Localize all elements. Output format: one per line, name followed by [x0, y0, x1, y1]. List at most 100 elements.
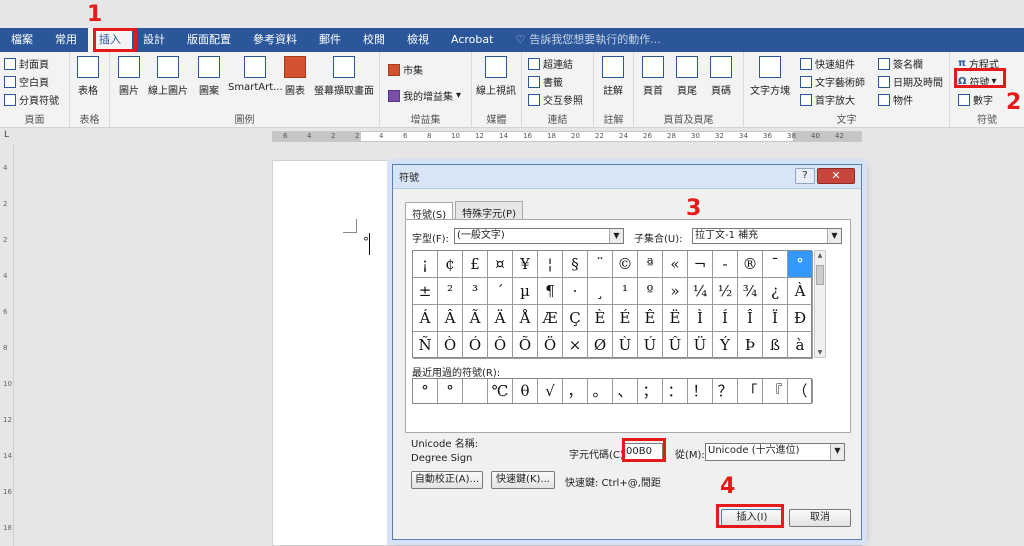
symbol-cell[interactable]: ¥ — [513, 251, 538, 278]
symbol-cell[interactable]: Ñ — [413, 332, 438, 359]
symbol-cell[interactable]: Ç — [563, 305, 588, 332]
recent-symbol-cell[interactable]: ？ — [713, 379, 738, 403]
symbol-cell[interactable]: À — [788, 278, 813, 305]
recent-symbol-cell[interactable]: （ — [788, 379, 813, 403]
symbol-cell[interactable]: Õ — [513, 332, 538, 359]
symbol-cell[interactable]: Ú — [638, 332, 663, 359]
symbol-cell[interactable]: Ò — [438, 332, 463, 359]
tab-mailings[interactable]: 郵件 — [308, 28, 352, 52]
symbol-cell[interactable]: Û — [663, 332, 688, 359]
tab-review[interactable]: 校閱 — [352, 28, 396, 52]
autocorrect-button[interactable]: 自動校正(A)... — [411, 471, 483, 489]
close-button[interactable]: ✕ — [817, 168, 855, 184]
symbol-cell[interactable]: Ï — [763, 305, 788, 332]
symbol-cell[interactable]: £ — [463, 251, 488, 278]
drop-cap-button[interactable]: 首字放大 — [800, 92, 855, 107]
textbox-button[interactable]: 文字方塊 — [750, 56, 790, 97]
tab-home[interactable]: 常用 — [44, 28, 88, 52]
symbol-cell[interactable]: Â — [438, 305, 463, 332]
symbol-cell[interactable]: Ð — [788, 305, 813, 332]
symbol-cell[interactable]: ¡ — [413, 251, 438, 278]
recent-symbol-cell[interactable]: ： — [663, 379, 688, 403]
symbol-cell[interactable]: º — [638, 278, 663, 305]
symbol-cell[interactable]: Ö — [538, 332, 563, 359]
recent-symbol-cell[interactable]: 『 — [763, 379, 788, 403]
tab-references[interactable]: 參考資料 — [242, 28, 308, 52]
tab-selector[interactable]: L — [4, 130, 9, 140]
recent-symbol-cell[interactable]: √ — [538, 379, 563, 403]
symbol-cell[interactable]: Þ — [738, 332, 763, 359]
comment-button[interactable]: 註解 — [602, 56, 624, 97]
blank-page-button[interactable]: 空白頁 — [4, 74, 49, 89]
symbol-cell[interactable]: Å — [513, 305, 538, 332]
tell-me-box[interactable]: ♡ 告訴我您想要執行的動作... — [504, 28, 671, 52]
signature-line-button[interactable]: 簽名欄 — [878, 56, 923, 71]
symbol-cell[interactable]: ½ — [713, 278, 738, 305]
recent-symbol-cell[interactable]: ； — [638, 379, 663, 403]
recent-symbol-cell[interactable]: 、 — [613, 379, 638, 403]
recent-symbol-cell[interactable]: ， — [563, 379, 588, 403]
symbol-cell[interactable]: ¼ — [688, 278, 713, 305]
symbol-cell[interactable]: « — [663, 251, 688, 278]
screenshot-button[interactable]: 螢幕擷取畫面 — [314, 56, 374, 97]
recent-symbol-cell[interactable] — [463, 379, 488, 403]
help-button[interactable]: ? — [795, 168, 815, 184]
symbol-cell[interactable]: Ó — [463, 332, 488, 359]
font-select[interactable]: (一般文字) ▼ — [454, 228, 624, 244]
number-button[interactable]: 數字 — [958, 92, 993, 107]
scroll-down-icon[interactable]: ▼ — [815, 349, 825, 356]
symbol-cell[interactable]: » — [663, 278, 688, 305]
date-time-button[interactable]: 日期及時間 — [878, 74, 943, 89]
symbol-cell[interactable]: ¿ — [763, 278, 788, 305]
table-button[interactable]: 表格 — [77, 56, 99, 97]
shapes-button[interactable]: 圖案 — [198, 56, 220, 97]
symbol-cell[interactable]: ² — [438, 278, 463, 305]
symbol-cell[interactable]: - — [713, 251, 738, 278]
symbol-cell[interactable]: Ø — [588, 332, 613, 359]
footer-button[interactable]: 頁尾 — [676, 56, 698, 97]
symbol-cell[interactable]: ¢ — [438, 251, 463, 278]
from-select[interactable]: Unicode (十六進位) ▼ — [705, 443, 845, 461]
symbol-cell[interactable]: à — [788, 332, 813, 359]
symbol-cell[interactable]: × — [563, 332, 588, 359]
cross-reference-button[interactable]: 交互參照 — [528, 92, 583, 107]
symbol-cell[interactable]: ¸ — [588, 278, 613, 305]
object-button[interactable]: 物件 — [878, 92, 913, 107]
symbol-cell[interactable]: ß — [763, 332, 788, 359]
symbol-cell[interactable]: ¦ — [538, 251, 563, 278]
symbol-cell[interactable]: ¹ — [613, 278, 638, 305]
dialog-titlebar[interactable]: 符號 ? ✕ — [393, 165, 861, 189]
symbol-cell[interactable]: Ü — [688, 332, 713, 359]
my-addins-button[interactable]: 我的增益集 ▾ — [388, 88, 461, 103]
tab-acrobat[interactable]: Acrobat — [440, 28, 504, 52]
page-break-button[interactable]: 分頁符號 — [4, 92, 59, 107]
symbol-cell[interactable]: É — [613, 305, 638, 332]
symbol-cell[interactable]: Ô — [488, 332, 513, 359]
cancel-button[interactable]: 取消 — [789, 509, 851, 527]
symbol-cell[interactable]: È — [588, 305, 613, 332]
shortcut-key-button[interactable]: 快速鍵(K)... — [491, 471, 555, 489]
symbol-cell[interactable]: ³ — [463, 278, 488, 305]
symbol-cell[interactable]: ¬ — [688, 251, 713, 278]
wordart-button[interactable]: 文字藝術師 — [800, 74, 865, 89]
smartart-button[interactable]: SmartArt... — [228, 56, 283, 93]
symbol-cell[interactable]: ª — [638, 251, 663, 278]
vertical-ruler[interactable]: 4 2 2 4 6 8 10 12 14 16 18 — [0, 144, 14, 546]
symbol-cell[interactable]: ± — [413, 278, 438, 305]
subset-select[interactable]: 拉丁文-1 補充 ▼ — [692, 228, 842, 244]
tab-view[interactable]: 檢視 — [396, 28, 440, 52]
symbol-cell[interactable]: ® — [738, 251, 763, 278]
store-button[interactable]: 市集 — [388, 62, 423, 77]
symbol-cell[interactable]: Ý — [713, 332, 738, 359]
symbol-cell-selected[interactable]: ° — [788, 251, 813, 278]
symbol-cell[interactable]: ¨ — [588, 251, 613, 278]
symbol-cell[interactable]: Æ — [538, 305, 563, 332]
symbol-cell[interactable]: ¤ — [488, 251, 513, 278]
recent-symbol-cell[interactable]: ° — [438, 379, 463, 403]
picture-button[interactable]: 圖片 — [118, 56, 140, 97]
horizontal-ruler[interactable]: 6 4 2 2 4 6 8 10 12 14 16 18 20 22 24 26 28 30 32 34 36 38 40 4… — [272, 131, 862, 142]
hyperlink-button[interactable]: 超連結 — [528, 56, 573, 71]
symbol-cell[interactable]: µ — [513, 278, 538, 305]
tab-layout[interactable]: 版面配置 — [176, 28, 242, 52]
symbol-cell[interactable]: § — [563, 251, 588, 278]
